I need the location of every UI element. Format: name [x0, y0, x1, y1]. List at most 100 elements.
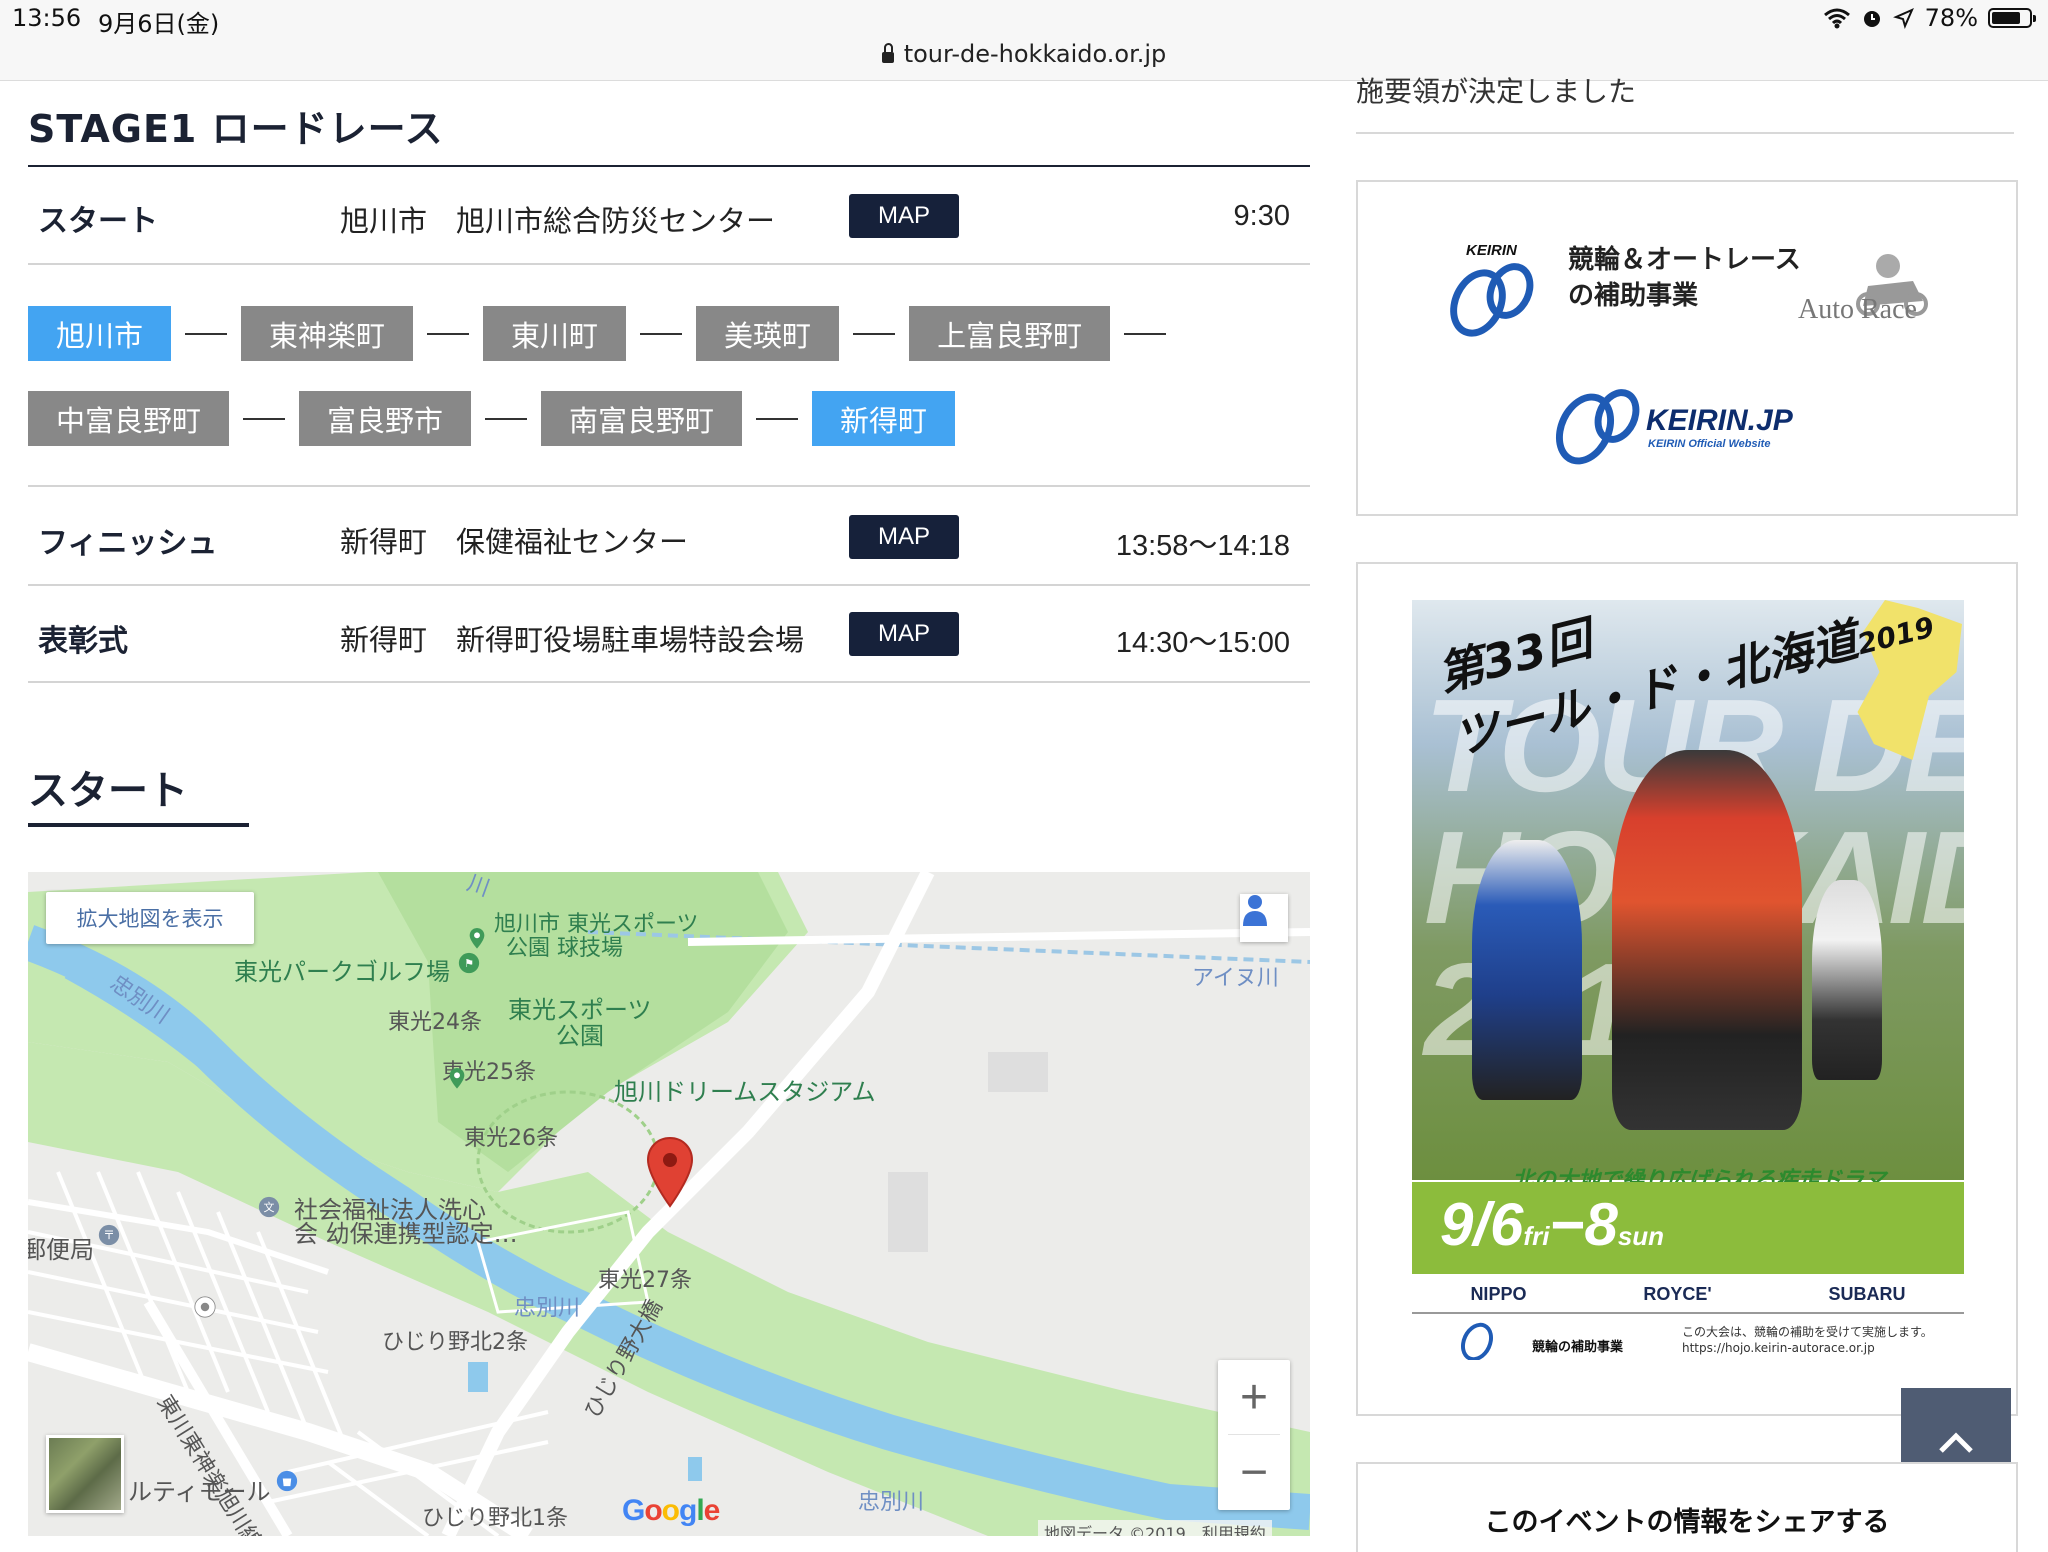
stage-title: STAGE1 ロードレース [28, 107, 444, 151]
shop-poi-icon[interactable] [276, 1470, 298, 1492]
keirin-wordmark: KEIRIN [1466, 242, 1517, 259]
map-label-hijiri-2: ひじり野北2条 [382, 1330, 528, 1355]
police-poi-icon[interactable] [194, 1296, 216, 1318]
route-dash [185, 332, 228, 335]
status-time: 13:56 [12, 4, 82, 32]
keirin-line-2: の補助事業 [1568, 281, 1699, 311]
svg-text:文: 文 [264, 1200, 275, 1214]
title-divider [28, 165, 1310, 167]
route-dash [427, 332, 470, 335]
tour-poster[interactable]: TOUR DE HOKKAIDO 2019 第33回 ツール・ド・北海道2019… [1412, 600, 1964, 1360]
finish-map-button[interactable]: MAP [849, 515, 959, 559]
start-label: スタート [38, 204, 158, 239]
route-dash [1124, 332, 1167, 335]
street-view-button[interactable] [1240, 894, 1288, 942]
zoom-in-button[interactable]: + [1218, 1360, 1290, 1434]
zoom-control: + − [1218, 1360, 1290, 1510]
sponsor-subaru: SUBARU [1828, 1284, 1906, 1304]
route-town-shintoku: 新得町 [812, 391, 956, 446]
route-town-asahikawa: 旭川市 [28, 306, 172, 361]
map-label-chubetsu-river-3: 忠別川 [858, 1490, 925, 1515]
sponsor-nippo: NIPPO [1470, 1284, 1527, 1304]
post-office-poi-icon[interactable]: 〒 [98, 1224, 120, 1246]
start-section-heading: スタート [28, 768, 188, 814]
news-divider [1356, 132, 2014, 134]
url-text: tour-de-hokkaido.or.jp [903, 40, 1167, 68]
poster-sponsors: NIPPO ROYCE' SUBARU [1412, 1284, 1964, 1305]
browser-status-bar: 13:56 9月6日(金) 78% tour-de-hokkaido.or.jp [0, 0, 2048, 81]
route-dash [640, 332, 683, 335]
finish-time: 13:58〜14:18 [1115, 530, 1290, 562]
cyclist-white-image [1812, 880, 1882, 1080]
cyclist-red-image [1612, 750, 1802, 1130]
route-town-higashikawa: 東川町 [483, 306, 627, 361]
sponsor-royce: ROYCE' [1643, 1284, 1712, 1304]
battery-icon [1988, 8, 2036, 28]
route-town-kamifurano: 上富良野町 [909, 306, 1111, 361]
stadium-poi-icon[interactable] [446, 1068, 468, 1090]
start-map-button[interactable]: MAP [849, 194, 959, 238]
alarm-icon [1863, 11, 1880, 27]
satellite-toggle[interactable] [46, 1435, 124, 1513]
share-heading: このイベントの情報をシェアする [1484, 1507, 1890, 1538]
row-divider [28, 681, 1310, 683]
route-line-1: 旭川市 東神楽町 東川町 美瑛町 上富良野町 [28, 306, 1310, 361]
location-marker-icon[interactable] [646, 1136, 694, 1208]
map-label-post-office: 郵便局 [28, 1236, 94, 1264]
ceremony-place: 新得町 新得町役場駐車場特設会場 [340, 623, 805, 657]
start-time: 9:30 [1233, 200, 1290, 232]
keirin-jp-logo: KEIRIN.JP [1646, 404, 1793, 437]
pegman-icon [1243, 895, 1267, 926]
poster-date: 9/6fri−8sun [1440, 1191, 1665, 1258]
chevron-up-icon [1939, 1432, 1973, 1453]
battery-percent: 78% [1924, 4, 1978, 32]
keirin-line-1: 競輪＆オートレース [1568, 245, 1801, 275]
location-icon [1892, 8, 1914, 29]
map-label-ballpark-2: 公園 球技場 [506, 936, 623, 961]
news-item-text[interactable]: 施要領が決定しました [1356, 70, 1636, 110]
status-indicators: 78% [1823, 4, 2036, 32]
svg-text:⚑: ⚑ [464, 957, 474, 970]
route-dash [756, 417, 799, 420]
autorace-logo: Auto Race [1798, 294, 1917, 325]
map-copyright[interactable]: 地図データ ©2019 利用規約 [1038, 1520, 1272, 1536]
address-bar[interactable]: tour-de-hokkaido.or.jp [0, 40, 2048, 68]
start-place: 旭川市 旭川市総合防災センター [340, 204, 776, 238]
google-map[interactable]: 川 旭川市 東光スポーツ 公園 球技場 東光パークゴルフ場 アイヌ川 忠別川 東… [28, 872, 1310, 1536]
ceremony-time: 14:30〜15:00 [1115, 627, 1290, 659]
svg-text:〒: 〒 [103, 1228, 115, 1242]
ceremony-map-button[interactable]: MAP [849, 612, 959, 656]
route-town-minamifurano: 南富良野町 [541, 391, 743, 446]
enlarge-map-link[interactable]: 拡大地図を表示 [46, 892, 254, 944]
route-town-higashikagura: 東神楽町 [241, 306, 414, 361]
row-divider [28, 263, 1310, 265]
map-label-hijiri-1: ひじり野北1条 [422, 1506, 568, 1531]
welfare-poi-icon[interactable]: 文 [258, 1196, 280, 1218]
wifi-icon [1823, 8, 1850, 29]
map-label-jo27: 東光27条 [598, 1268, 692, 1293]
zoom-out-button[interactable]: − [1218, 1435, 1290, 1509]
map-label-chubetsu-river-2: 忠別川 [514, 1296, 581, 1321]
poster-foot-text: この大会は、競輪の補助を受けて実施します。 https://hojo.keiri… [1682, 1325, 1933, 1355]
finish-label: フィニッシュ [38, 526, 218, 561]
route-dash [243, 417, 286, 420]
finish-place: 新得町 保健福祉センター [340, 525, 689, 559]
keirin-jp-sub: KEIRIN Official Website [1648, 438, 1771, 450]
map-label-welfare-2: 会 幼保連携型認定… [294, 1220, 518, 1248]
keirin-banner[interactable]: KEIRIN 競輪＆オートレース の補助事業 Auto Race KEIRIN.… [1356, 180, 2018, 516]
route-town-biei: 美瑛町 [696, 306, 840, 361]
google-logo: Google [622, 1494, 720, 1527]
poster-foot-divider [1412, 1312, 1964, 1314]
route-town-furano: 富良野市 [299, 391, 472, 446]
heading-underline [28, 823, 249, 827]
map-label-jo24: 東光24条 [388, 1010, 482, 1035]
route-town-nakafurano: 中富良野町 [28, 391, 230, 446]
golf-poi-icon[interactable]: ⚑ [458, 952, 480, 974]
route-dash [853, 332, 896, 335]
poster-foot-label: 競輪の補助事業 [1532, 1340, 1624, 1355]
park-poi-icon[interactable] [466, 928, 488, 950]
poster-keirin-icon [1454, 1317, 1500, 1360]
lock-icon [881, 43, 894, 63]
map-label-sports-park-2: 公園 [556, 1022, 604, 1050]
route-line-2: 中富良野町 富良野市 南富良野町 新得町 [28, 391, 1310, 446]
